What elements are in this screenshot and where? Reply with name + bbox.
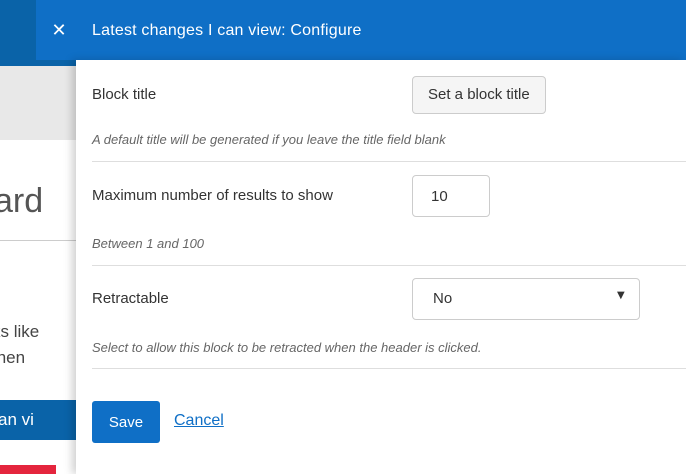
retractable-select[interactable]: No ▼ xyxy=(412,278,640,320)
block-title-label: Block title xyxy=(92,86,157,103)
background-heading: ard xyxy=(0,182,44,220)
save-button[interactable]: Save xyxy=(92,401,160,443)
retractable-label: Retractable xyxy=(92,290,169,307)
divider xyxy=(92,161,686,162)
background-text-line: ks like xyxy=(0,322,40,341)
max-results-help: Between 1 and 100 xyxy=(92,236,205,251)
modal-title: Latest changes I can view: Configure xyxy=(92,22,362,39)
chevron-down-icon: ▼ xyxy=(617,290,625,301)
retractable-help: Select to allow this block to be retract… xyxy=(92,340,482,355)
max-results-input[interactable] xyxy=(412,175,490,217)
max-results-label: Maximum number of results to show xyxy=(92,187,333,204)
background-header-strip xyxy=(0,66,80,140)
divider xyxy=(92,265,686,266)
retractable-select-value: No xyxy=(433,290,453,307)
background-text-line: then xyxy=(0,348,26,367)
background-accent-bar xyxy=(0,465,56,474)
modal-body: Block title Set a block title A default … xyxy=(76,60,686,474)
block-title-help: A default title will be generated if you… xyxy=(92,132,446,147)
cancel-link[interactable]: Cancel xyxy=(174,412,224,430)
close-icon[interactable]: ✕ xyxy=(50,22,68,40)
set-block-title-button[interactable]: Set a block title xyxy=(412,76,546,114)
background-divider xyxy=(0,240,80,241)
background-button: an vi xyxy=(0,400,80,440)
divider xyxy=(92,368,686,369)
